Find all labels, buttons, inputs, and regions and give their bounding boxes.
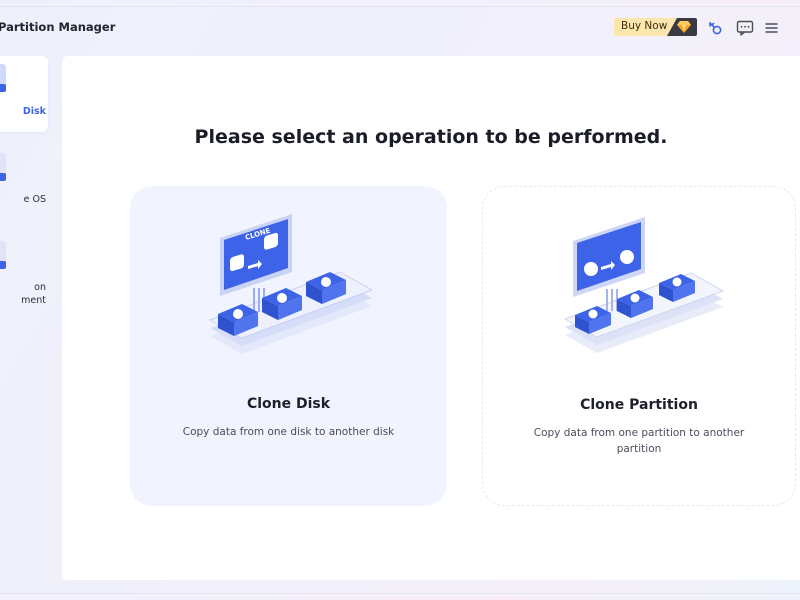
title-bar: Partition Manager Buy Now [0, 7, 800, 51]
sidebar-item-label: on ment [21, 282, 46, 306]
app-window: Partition Manager Buy Now Disk e OS on m… [0, 6, 800, 594]
main-panel: Please select an operation to be perform… [62, 56, 800, 580]
clone-partition-illustration-icon [563, 217, 725, 353]
card-title: Clone Disk [246, 396, 331, 412]
card-description: Copy data from one partition to another … [533, 427, 745, 455]
menu-icon[interactable] [763, 19, 781, 37]
key-icon[interactable] [706, 19, 724, 37]
sidebar-item-partition-management[interactable]: on ment [0, 233, 48, 309]
sidebar-item-migrate-os[interactable]: e OS [0, 145, 48, 221]
sidebar-item-clone-disk[interactable]: Disk [0, 56, 48, 132]
buy-now-label: Buy Now [621, 20, 668, 32]
page-title: Please select an operation to be perform… [194, 126, 668, 148]
partition-icon [0, 241, 6, 269]
clone-disk-illustration-icon: CLONE [208, 214, 374, 354]
disk-icon [0, 64, 6, 92]
clone-disk-card[interactable]: CLONE Clone Disk Copy data from one disk… [130, 186, 447, 506]
sidebar-item-label: e OS [23, 194, 46, 205]
buy-now-button[interactable]: Buy Now [614, 18, 697, 36]
card-title: Clone Partition [580, 397, 698, 413]
card-description: Copy data from one disk to another disk [182, 426, 395, 438]
os-icon [0, 153, 6, 181]
gem-icon [677, 21, 691, 33]
clone-partition-card[interactable]: Clone Partition Copy data from one parti… [482, 186, 796, 506]
feedback-icon[interactable] [736, 19, 754, 37]
app-title: Partition Manager [0, 20, 116, 34]
sidebar-item-label: Disk [22, 106, 46, 117]
